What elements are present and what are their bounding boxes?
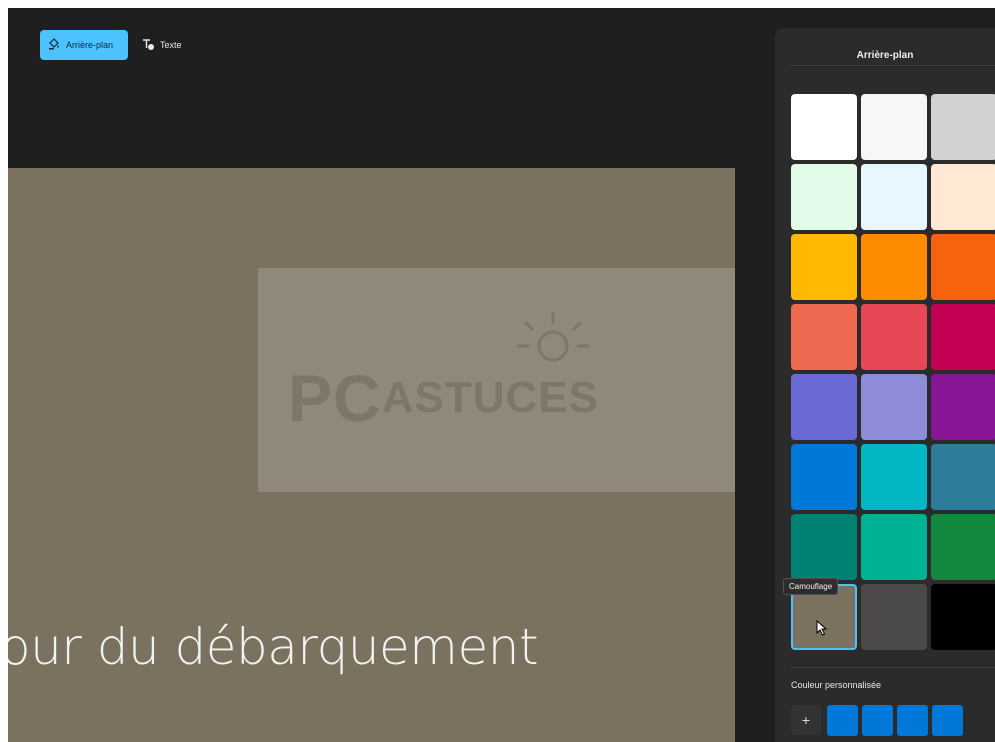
color-swatch[interactable]: [791, 514, 857, 580]
color-swatch[interactable]: [791, 234, 857, 300]
swatch-tooltip: Camouflage: [783, 578, 839, 595]
color-swatch[interactable]: [861, 304, 927, 370]
color-swatch[interactable]: [791, 374, 857, 440]
text-icon: [141, 37, 155, 53]
background-button[interactable]: Arrière-plan: [40, 30, 128, 60]
custom-color-swatch[interactable]: [862, 705, 893, 736]
color-swatch[interactable]: [861, 444, 927, 510]
app-window: Arrière-plan Texte PCASTUCES our du déba…: [8, 8, 995, 742]
paint-bucket-icon: [47, 37, 61, 53]
color-swatch[interactable]: [931, 374, 995, 440]
add-custom-color-button[interactable]: +: [791, 705, 821, 735]
panel-title: Arrière-plan: [856, 50, 914, 61]
color-swatch[interactable]: [791, 444, 857, 510]
color-swatch[interactable]: [931, 164, 995, 230]
color-swatch[interactable]: [931, 584, 995, 650]
text-button-label: Texte: [160, 40, 182, 50]
color-swatch[interactable]: [791, 304, 857, 370]
color-swatch[interactable]: [861, 94, 927, 160]
color-swatch[interactable]: [791, 94, 857, 160]
custom-color-swatch[interactable]: [827, 705, 858, 736]
custom-color-swatch[interactable]: [897, 705, 928, 736]
background-button-label: Arrière-plan: [66, 40, 114, 50]
color-swatch[interactable]: [861, 164, 927, 230]
color-swatch[interactable]: [861, 514, 927, 580]
color-swatch[interactable]: [931, 94, 995, 160]
watermark: PCASTUCES: [258, 268, 735, 492]
color-swatch[interactable]: [931, 234, 995, 300]
photo-caption: our du débarquement: [8, 618, 539, 676]
text-button[interactable]: Texte: [134, 30, 190, 60]
custom-color-label: Couleur personnalisée: [791, 680, 882, 690]
mouse-cursor-icon: [816, 620, 828, 636]
divider: [791, 65, 995, 66]
color-swatch[interactable]: [931, 444, 995, 510]
color-swatch[interactable]: [861, 584, 927, 650]
background-panel: Arrière-plan Couleur personnalisée +: [775, 28, 995, 742]
watermark-logo-text: PCASTUCES: [288, 361, 599, 435]
preview-canvas: PCASTUCES our du débarquement: [8, 168, 735, 742]
color-swatch[interactable]: [861, 234, 927, 300]
color-swatch[interactable]: [931, 304, 995, 370]
color-swatch[interactable]: [931, 514, 995, 580]
color-swatch[interactable]: [791, 164, 857, 230]
divider: [791, 667, 995, 668]
custom-color-swatch[interactable]: [932, 705, 963, 736]
color-swatch[interactable]: [861, 374, 927, 440]
